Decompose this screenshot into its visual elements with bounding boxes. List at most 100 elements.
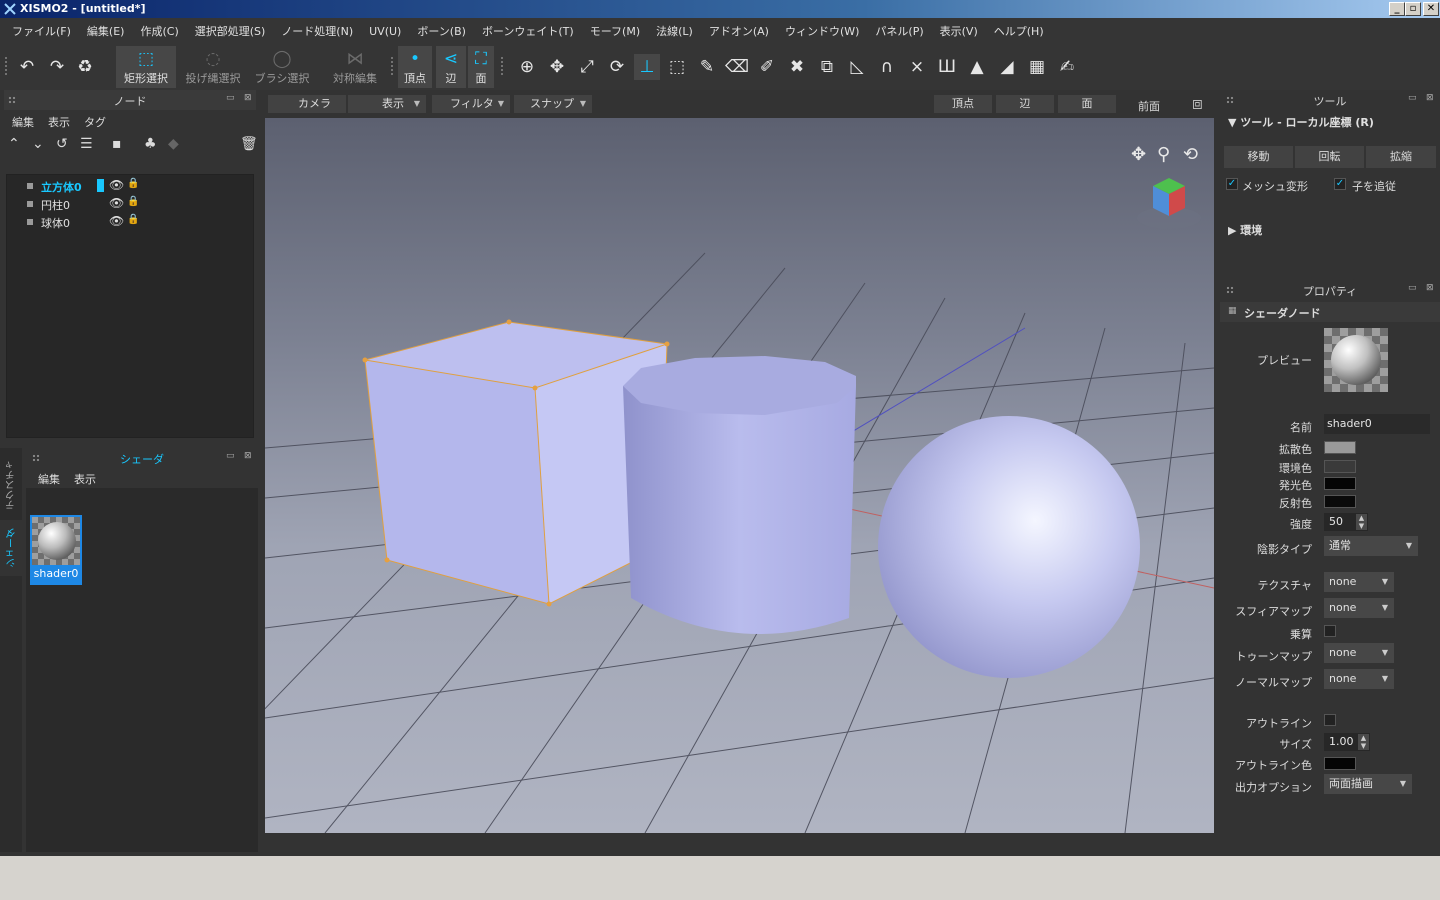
maximize-button[interactable]: ▫ bbox=[1405, 2, 1421, 16]
3d-viewport[interactable]: ✥ ⚲ ⟲ bbox=[265, 118, 1214, 833]
toolbar-grip[interactable] bbox=[500, 56, 504, 76]
close-button[interactable]: ✕ bbox=[1423, 2, 1439, 16]
tab-shader[interactable]: シェーダ bbox=[0, 520, 22, 576]
scene-canvas[interactable]: ✥ ⚲ ⟲ bbox=[265, 118, 1214, 833]
lock-icon[interactable]: 🔒 bbox=[127, 214, 139, 225]
environment-section-header[interactable]: ▶ 環境 bbox=[1228, 222, 1262, 238]
diffuse-color-swatch[interactable] bbox=[1324, 441, 1356, 454]
scale-icon[interactable]: ⤢ bbox=[574, 54, 600, 80]
trash-icon[interactable]: 🗑 bbox=[240, 136, 258, 152]
undo-icon[interactable]: ↶ bbox=[14, 54, 40, 80]
marquee-icon[interactable]: ⬚ bbox=[664, 54, 690, 80]
tree-item-cylinder[interactable]: 円柱0 👁 🔒 bbox=[7, 195, 247, 213]
menu-create[interactable]: 作成(C) bbox=[132, 23, 186, 39]
grid-icon[interactable]: ▪ bbox=[112, 136, 122, 152]
shader-menu-edit[interactable]: 編集 bbox=[38, 471, 60, 488]
shader-thumbnail[interactable]: shader0 bbox=[30, 515, 82, 585]
panel-close-icon[interactable]: ⊠ bbox=[244, 93, 252, 103]
texture-dropdown[interactable]: none ▼ bbox=[1324, 572, 1394, 592]
lock-icon[interactable]: 🔒 bbox=[127, 196, 139, 207]
menu-edit[interactable]: 編集(E) bbox=[79, 23, 133, 39]
outline-checkbox[interactable] bbox=[1324, 714, 1336, 726]
panel-minimize-icon[interactable]: ▭ bbox=[226, 93, 235, 103]
outline-size-spinbox[interactable]: 1.00 ▲ ▼ bbox=[1324, 733, 1370, 751]
view-dropdown[interactable]: 表示 ▼ bbox=[348, 95, 426, 113]
move-down-icon[interactable]: ⌄ bbox=[32, 136, 44, 152]
scale-button[interactable]: 拡縮 bbox=[1366, 146, 1436, 168]
menu-file[interactable]: ファイル(F) bbox=[4, 23, 79, 39]
shading-type-dropdown[interactable]: 通常 ▼ bbox=[1324, 536, 1418, 556]
move-icon[interactable]: ✥ bbox=[544, 54, 570, 80]
lock-icon[interactable]: 🔒 bbox=[127, 178, 139, 189]
move-up-icon[interactable]: ⌃ bbox=[8, 136, 20, 152]
node-menu-view[interactable]: 表示 bbox=[48, 114, 70, 130]
lasso-select-button[interactable]: ◌ 投げ縄選択 bbox=[182, 46, 244, 88]
ambient-color-swatch[interactable] bbox=[1324, 460, 1356, 473]
emissive-color-swatch[interactable] bbox=[1324, 477, 1356, 490]
rotate-button[interactable]: 回転 bbox=[1295, 146, 1364, 168]
loop-icon[interactable]: Ш bbox=[934, 54, 960, 80]
panel-close-icon[interactable]: ⊠ bbox=[244, 451, 252, 461]
panel-close-icon[interactable]: ⊠ bbox=[1426, 93, 1434, 103]
specular-color-swatch[interactable] bbox=[1324, 495, 1356, 508]
paint-icon[interactable]: ◢ bbox=[994, 54, 1020, 80]
menu-normal[interactable]: 法線(L) bbox=[648, 23, 701, 39]
collapse-icon[interactable]: ⨯ bbox=[904, 54, 930, 80]
move-button[interactable]: 移動 bbox=[1224, 146, 1293, 168]
toolbar-grip[interactable] bbox=[390, 56, 394, 76]
multiply-checkbox[interactable] bbox=[1324, 625, 1336, 637]
cube-icon[interactable]: ◆ bbox=[168, 136, 179, 152]
normal-map-dropdown[interactable]: none ▼ bbox=[1324, 669, 1394, 689]
menu-bone[interactable]: ボーン(B) bbox=[409, 23, 474, 39]
view-cube-toggle-icon[interactable]: ⧈ bbox=[1192, 94, 1203, 114]
face-mode-button[interactable]: ⛶ 面 bbox=[468, 46, 494, 88]
output-option-dropdown[interactable]: 両面描画 ▼ bbox=[1324, 774, 1412, 794]
brush-select-button[interactable]: ◯ ブラシ選択 bbox=[252, 46, 312, 88]
navigation-cube-icon[interactable] bbox=[1137, 178, 1201, 229]
panel-minimize-icon[interactable]: ▭ bbox=[1408, 283, 1417, 293]
mesh-deform-checkbox[interactable]: ✓ bbox=[1226, 178, 1238, 190]
spin-arrows-icon[interactable]: ▲ ▼ bbox=[1358, 734, 1369, 750]
edit-icon[interactable]: ✍ bbox=[1054, 54, 1080, 80]
minimize-button[interactable]: _ bbox=[1389, 2, 1405, 16]
menu-addon[interactable]: アドオン(A) bbox=[701, 23, 777, 39]
panel-minimize-icon[interactable]: ▭ bbox=[226, 451, 235, 461]
bag-icon[interactable]: ▲ bbox=[964, 54, 990, 80]
sphere-map-dropdown[interactable]: none ▼ bbox=[1324, 598, 1394, 618]
vertex-mode-button[interactable]: • 頂点 bbox=[398, 46, 432, 88]
menu-panel[interactable]: パネル(P) bbox=[867, 23, 931, 39]
face-display-button[interactable]: 面 bbox=[1058, 95, 1116, 113]
merge-icon[interactable]: ✖ bbox=[784, 54, 810, 80]
tree-item-cube[interactable]: 立方体0 👁 🔒 bbox=[7, 177, 247, 195]
tool-section-header[interactable]: ▼ ツール - ローカル座標 (R) bbox=[1228, 114, 1374, 130]
sphere-object[interactable] bbox=[878, 416, 1140, 678]
orbit-icon[interactable]: ⟲ bbox=[1183, 144, 1198, 165]
shader-name-input[interactable]: shader0 bbox=[1324, 414, 1430, 434]
pencil-icon[interactable]: ✎ bbox=[694, 54, 720, 80]
film-icon[interactable]: ▦ bbox=[1024, 54, 1050, 80]
menu-window[interactable]: ウィンドウ(W) bbox=[777, 23, 867, 39]
rotate-icon[interactable]: ⟳ bbox=[604, 54, 630, 80]
filter-dropdown[interactable]: フィルタ ▼ bbox=[432, 95, 510, 113]
panel-minimize-icon[interactable]: ▭ bbox=[1408, 93, 1417, 103]
follow-children-checkbox[interactable]: ✓ bbox=[1334, 178, 1346, 190]
menu-selection[interactable]: 選択部処理(S) bbox=[187, 23, 274, 39]
zoom-icon[interactable]: ⚲ bbox=[1157, 144, 1170, 165]
group-icon[interactable]: ♣ bbox=[144, 136, 157, 152]
eraser-icon[interactable]: ⌫ bbox=[724, 54, 750, 80]
node-menu-edit[interactable]: 編集 bbox=[12, 114, 34, 130]
tab-texture[interactable]: テクスチャ bbox=[4, 460, 19, 510]
menu-help[interactable]: ヘルプ(H) bbox=[986, 23, 1052, 39]
menu-uv[interactable]: UV(U) bbox=[361, 25, 409, 38]
extrude-icon[interactable]: ⧉ bbox=[814, 54, 840, 80]
camera-button[interactable]: カメラ bbox=[268, 95, 346, 113]
spin-arrows-icon[interactable]: ▲ ▼ bbox=[1356, 514, 1367, 530]
menu-view[interactable]: 表示(V) bbox=[932, 23, 986, 39]
vertex-display-button[interactable]: 頂点 bbox=[934, 95, 992, 113]
recycle-icon[interactable]: ♻ bbox=[72, 54, 98, 80]
hierarchy-icon[interactable]: ☰ bbox=[80, 136, 93, 152]
menu-morph[interactable]: モーフ(M) bbox=[582, 23, 648, 39]
toolbar-grip[interactable] bbox=[4, 56, 8, 76]
cube-object[interactable] bbox=[362, 319, 670, 607]
snap-dropdown[interactable]: スナップ ▼ bbox=[514, 95, 592, 113]
